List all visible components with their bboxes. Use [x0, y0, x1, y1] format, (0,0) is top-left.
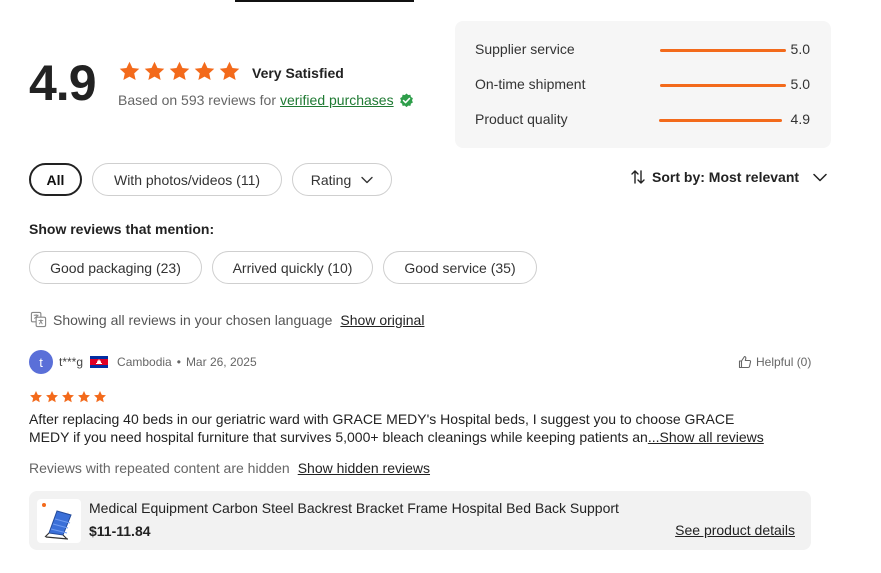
hidden-reviews-text: Reviews with repeated content are hidden [29, 460, 290, 476]
rating-row-supplier-service: Supplier service 5.0 [475, 41, 820, 61]
language-note: Showing all reviews in your chosen langu… [30, 311, 424, 328]
sort-dropdown[interactable]: Sort by: Most relevant [630, 169, 827, 185]
rating-label: Product quality [475, 111, 568, 127]
star-icon [219, 61, 240, 81]
filter-all-button[interactable]: All [29, 163, 82, 196]
star-icon [78, 391, 90, 403]
sort-label: Sort by: Most relevant [652, 169, 800, 185]
product-thumbnail[interactable] [37, 499, 81, 543]
see-product-details-link[interactable]: See product details [675, 522, 795, 538]
show-all-reviews-link[interactable]: ...Show all reviews [648, 429, 764, 445]
language-note-text: Showing all reviews in your chosen langu… [53, 311, 333, 328]
chevron-down-icon [361, 176, 373, 183]
rating-row-on-time-shipment: On-time shipment 5.0 [475, 76, 820, 96]
helpful-label: Helpful (0) [756, 355, 812, 369]
verified-purchases-link[interactable]: verified purchases [280, 92, 394, 108]
show-original-link[interactable]: Show original [340, 312, 424, 328]
chevron-down-icon [813, 173, 827, 181]
star-icon [144, 61, 165, 81]
rating-bar [660, 49, 786, 52]
helpful-button[interactable]: Helpful (0) [738, 355, 811, 369]
filter-rating-dropdown[interactable]: Rating [292, 163, 392, 196]
separator-dot: • [176, 355, 181, 369]
product-card: Medical Equipment Carbon Steel Backrest … [29, 491, 811, 550]
sort-icon [631, 170, 645, 184]
review-text-line-2: MEDY if you need hospital furniture that… [29, 428, 819, 446]
reviewer-country: Cambodia [117, 355, 172, 369]
star-icon [119, 61, 140, 81]
rating-row-product-quality: Product quality 4.9 [475, 111, 820, 131]
mention-tag-good-packaging[interactable]: Good packaging (23) [29, 251, 202, 284]
rating-bar [660, 84, 786, 87]
review-text-line-2-content: MEDY if you need hospital furniture that… [29, 429, 648, 445]
based-on-text: Based on 593 reviews for verified purcha… [118, 92, 414, 108]
rating-dropdown-label: Rating [310, 171, 352, 188]
review-text: After replacing 40 beds in our geriatric… [29, 410, 819, 446]
bed-backrest-image [42, 503, 72, 540]
overall-stars [118, 60, 241, 83]
cambodia-flag-icon [90, 356, 109, 368]
translate-icon [30, 311, 47, 328]
star-icon [94, 391, 106, 403]
rating-value: 5.0 [790, 76, 810, 92]
thumbs-up-icon [738, 355, 752, 369]
rating-label: On-time shipment [475, 76, 586, 92]
star-icon [46, 391, 58, 403]
reviewer-info: t***g Cambodia • Mar 26, 2025 [59, 355, 257, 369]
avatar: t [29, 350, 53, 374]
reviewer-name: t***g [59, 355, 84, 369]
based-on-label: Based on 593 reviews for [118, 92, 276, 108]
ratings-breakdown: Supplier service 5.0 On-time shipment 5.… [455, 21, 831, 148]
show-hidden-reviews-link[interactable]: Show hidden reviews [298, 460, 430, 476]
rating-value: 5.0 [790, 41, 810, 57]
rating-value: 4.9 [790, 111, 810, 127]
star-icon [30, 391, 42, 403]
product-price: $11-11.84 [89, 523, 151, 539]
mentions-title: Show reviews that mention: [29, 221, 215, 237]
filter-photos-button[interactable]: With photos/videos (11) [92, 163, 282, 196]
review-stars [29, 390, 107, 404]
star-icon [62, 391, 74, 403]
mention-tag-arrived-quickly[interactable]: Arrived quickly (10) [212, 251, 373, 284]
active-tab-underline [235, 0, 414, 2]
mention-tag-good-service[interactable]: Good service (35) [383, 251, 537, 284]
star-icon [194, 61, 215, 81]
overall-score: 4.9 [29, 55, 97, 111]
product-name: Medical Equipment Carbon Steel Backrest … [89, 500, 619, 516]
review-date: Mar 26, 2025 [185, 355, 257, 369]
satisfaction-label: Very Satisfied [252, 65, 344, 81]
rating-label: Supplier service [475, 41, 575, 57]
review-text-line-1: After replacing 40 beds in our geriatric… [29, 411, 735, 427]
verified-check-icon [399, 92, 413, 107]
rating-bar [659, 119, 782, 122]
hidden-reviews-note: Reviews with repeated content are hidden… [29, 460, 430, 476]
star-icon [169, 61, 190, 81]
